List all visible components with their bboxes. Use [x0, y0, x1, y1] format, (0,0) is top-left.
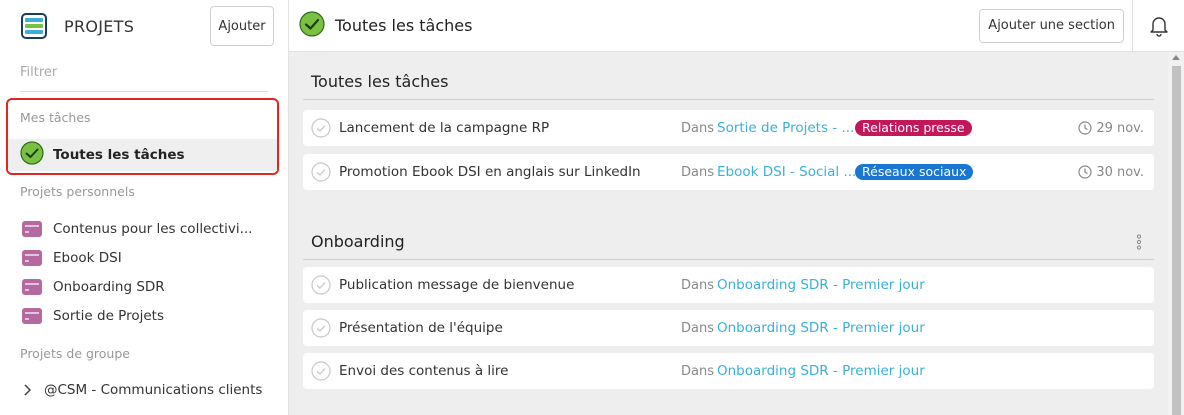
task-check-icon[interactable] — [311, 361, 331, 381]
project-icon — [22, 307, 42, 324]
task-project: Dans Onboarding SDR - Premier jour — [681, 320, 925, 336]
sidebar-title: PROJETS — [64, 16, 135, 36]
in-label: Dans — [681, 121, 714, 136]
page-title: Toutes les tâches — [335, 16, 473, 35]
task-row[interactable]: Envoi des contenus à lire Dans Onboarding… — [303, 353, 1154, 389]
personal-projects-label: Projets personnels — [20, 184, 135, 199]
add-section-button[interactable]: Ajouter une section — [979, 8, 1124, 43]
sidebar-item-project[interactable]: Contenus pour les collectivi... — [22, 214, 252, 243]
task-project: Dans Onboarding SDR - Premier jour — [681, 363, 925, 379]
project-icon — [22, 220, 42, 237]
in-label: Dans — [681, 165, 714, 180]
group-projects-label: Projets de groupe — [20, 346, 130, 361]
bell-icon — [1149, 16, 1168, 37]
filter-field[interactable] — [20, 52, 268, 92]
sidebar-item-project[interactable]: Onboarding SDR — [22, 272, 252, 301]
task-row[interactable]: Promotion Ebook DSI en anglais sur Linke… — [303, 154, 1154, 190]
chevron-right-icon — [24, 384, 32, 396]
in-label: Dans — [681, 364, 714, 379]
task-project: Dans Ebook DSI - Social ... — [681, 164, 856, 180]
topbar: Toutes les tâches Ajouter une section — [289, 0, 1184, 52]
task-name: Publication message de bienvenue — [339, 277, 575, 293]
project-label: Contenus pour les collectivi... — [53, 220, 253, 237]
project-label: Ebook DSI — [53, 249, 122, 266]
scroll-up-icon[interactable] — [1172, 55, 1180, 60]
task-check-icon[interactable] — [311, 118, 331, 138]
sidebar-item-project[interactable]: Ebook DSI — [22, 243, 252, 272]
group-label: @CSM - Communications clients — [44, 382, 263, 398]
due-date: 29 nov. — [1078, 121, 1144, 136]
project-icon — [22, 249, 42, 266]
task-check-icon[interactable] — [311, 162, 331, 182]
task-project: Dans Sortie de Projets - ... — [681, 120, 854, 136]
section-title-text: Toutes les tâches — [311, 72, 449, 91]
more-options-icon[interactable] — [1136, 234, 1142, 250]
section-title: Toutes les tâches — [303, 64, 1154, 100]
task-project: Dans Onboarding SDR - Premier jour — [681, 277, 925, 293]
projects-logo-icon — [20, 13, 48, 39]
clock-icon — [1078, 165, 1092, 179]
tag-relations-presse[interactable]: Relations presse — [855, 120, 972, 136]
check-circle-icon — [299, 10, 325, 41]
task-content: Toutes les tâches Lancement de la campag… — [289, 52, 1184, 415]
sidebar-item-group[interactable]: @CSM - Communications clients — [22, 382, 262, 398]
section-all-tasks: Toutes les tâches — [303, 64, 1154, 100]
notifications-button[interactable] — [1132, 0, 1184, 52]
project-label: Onboarding SDR — [53, 278, 165, 295]
task-row[interactable]: Présentation de l'équipe Dans Onboarding … — [303, 310, 1154, 346]
due-date: 30 nov. — [1078, 165, 1144, 180]
section-title-text: Onboarding — [311, 232, 405, 251]
due-date-text: 30 nov. — [1096, 164, 1144, 180]
scrollbar-thumb[interactable] — [1172, 66, 1181, 415]
in-label: Dans — [681, 321, 714, 336]
section-onboarding: Onboarding — [303, 224, 1154, 260]
project-link[interactable]: Onboarding SDR - Premier jour — [717, 277, 925, 293]
sidebar-item-project[interactable]: Sortie de Projets — [22, 301, 252, 330]
task-name: Lancement de la campagne RP — [339, 120, 550, 136]
filter-input[interactable] — [20, 65, 268, 80]
project-link[interactable]: Ebook DSI - Social ... — [717, 164, 856, 180]
task-name: Présentation de l'équipe — [339, 320, 503, 336]
project-link[interactable]: Onboarding SDR - Premier jour — [717, 363, 925, 379]
project-icon — [22, 278, 42, 295]
task-name: Promotion Ebook DSI en anglais sur Linke… — [339, 164, 641, 180]
check-circle-icon — [20, 141, 44, 169]
due-date-text: 29 nov. — [1096, 120, 1144, 136]
project-link[interactable]: Sortie de Projets - ... — [717, 120, 854, 136]
task-row[interactable]: Lancement de la campagne RP Dans Sortie d… — [303, 110, 1154, 146]
sidebar-item-all-tasks[interactable]: Toutes les tâches — [8, 139, 277, 171]
scrollbar[interactable] — [1168, 52, 1184, 415]
add-button[interactable]: Ajouter — [210, 6, 274, 46]
tag-reseaux-sociaux[interactable]: Réseaux sociaux — [855, 164, 974, 180]
sidebar: PROJETS Ajouter Mes tâches Toutes les tâ… — [0, 0, 289, 415]
project-label: Sortie de Projets — [53, 307, 164, 324]
project-link[interactable]: Onboarding SDR - Premier jour — [717, 320, 925, 336]
sidebar-header: PROJETS Ajouter — [0, 0, 288, 52]
task-row[interactable]: Publication message de bienvenue Dans Onb… — [303, 267, 1154, 303]
app: PROJETS Ajouter Mes tâches Toutes les tâ… — [0, 0, 1184, 415]
task-check-icon[interactable] — [311, 275, 331, 295]
main-panel: Toutes les tâches Ajouter une section To… — [289, 0, 1184, 415]
task-check-icon[interactable] — [311, 318, 331, 338]
sidebar-item-label: Toutes les tâches — [53, 147, 185, 163]
in-label: Dans — [681, 278, 714, 293]
clock-icon — [1078, 121, 1092, 135]
task-name: Envoi des contenus à lire — [339, 363, 509, 379]
personal-projects-list: Contenus pour les collectivi... Ebook DS… — [22, 214, 252, 330]
section-title: Onboarding — [303, 224, 1154, 260]
my-tasks-label: Mes tâches — [20, 110, 91, 125]
